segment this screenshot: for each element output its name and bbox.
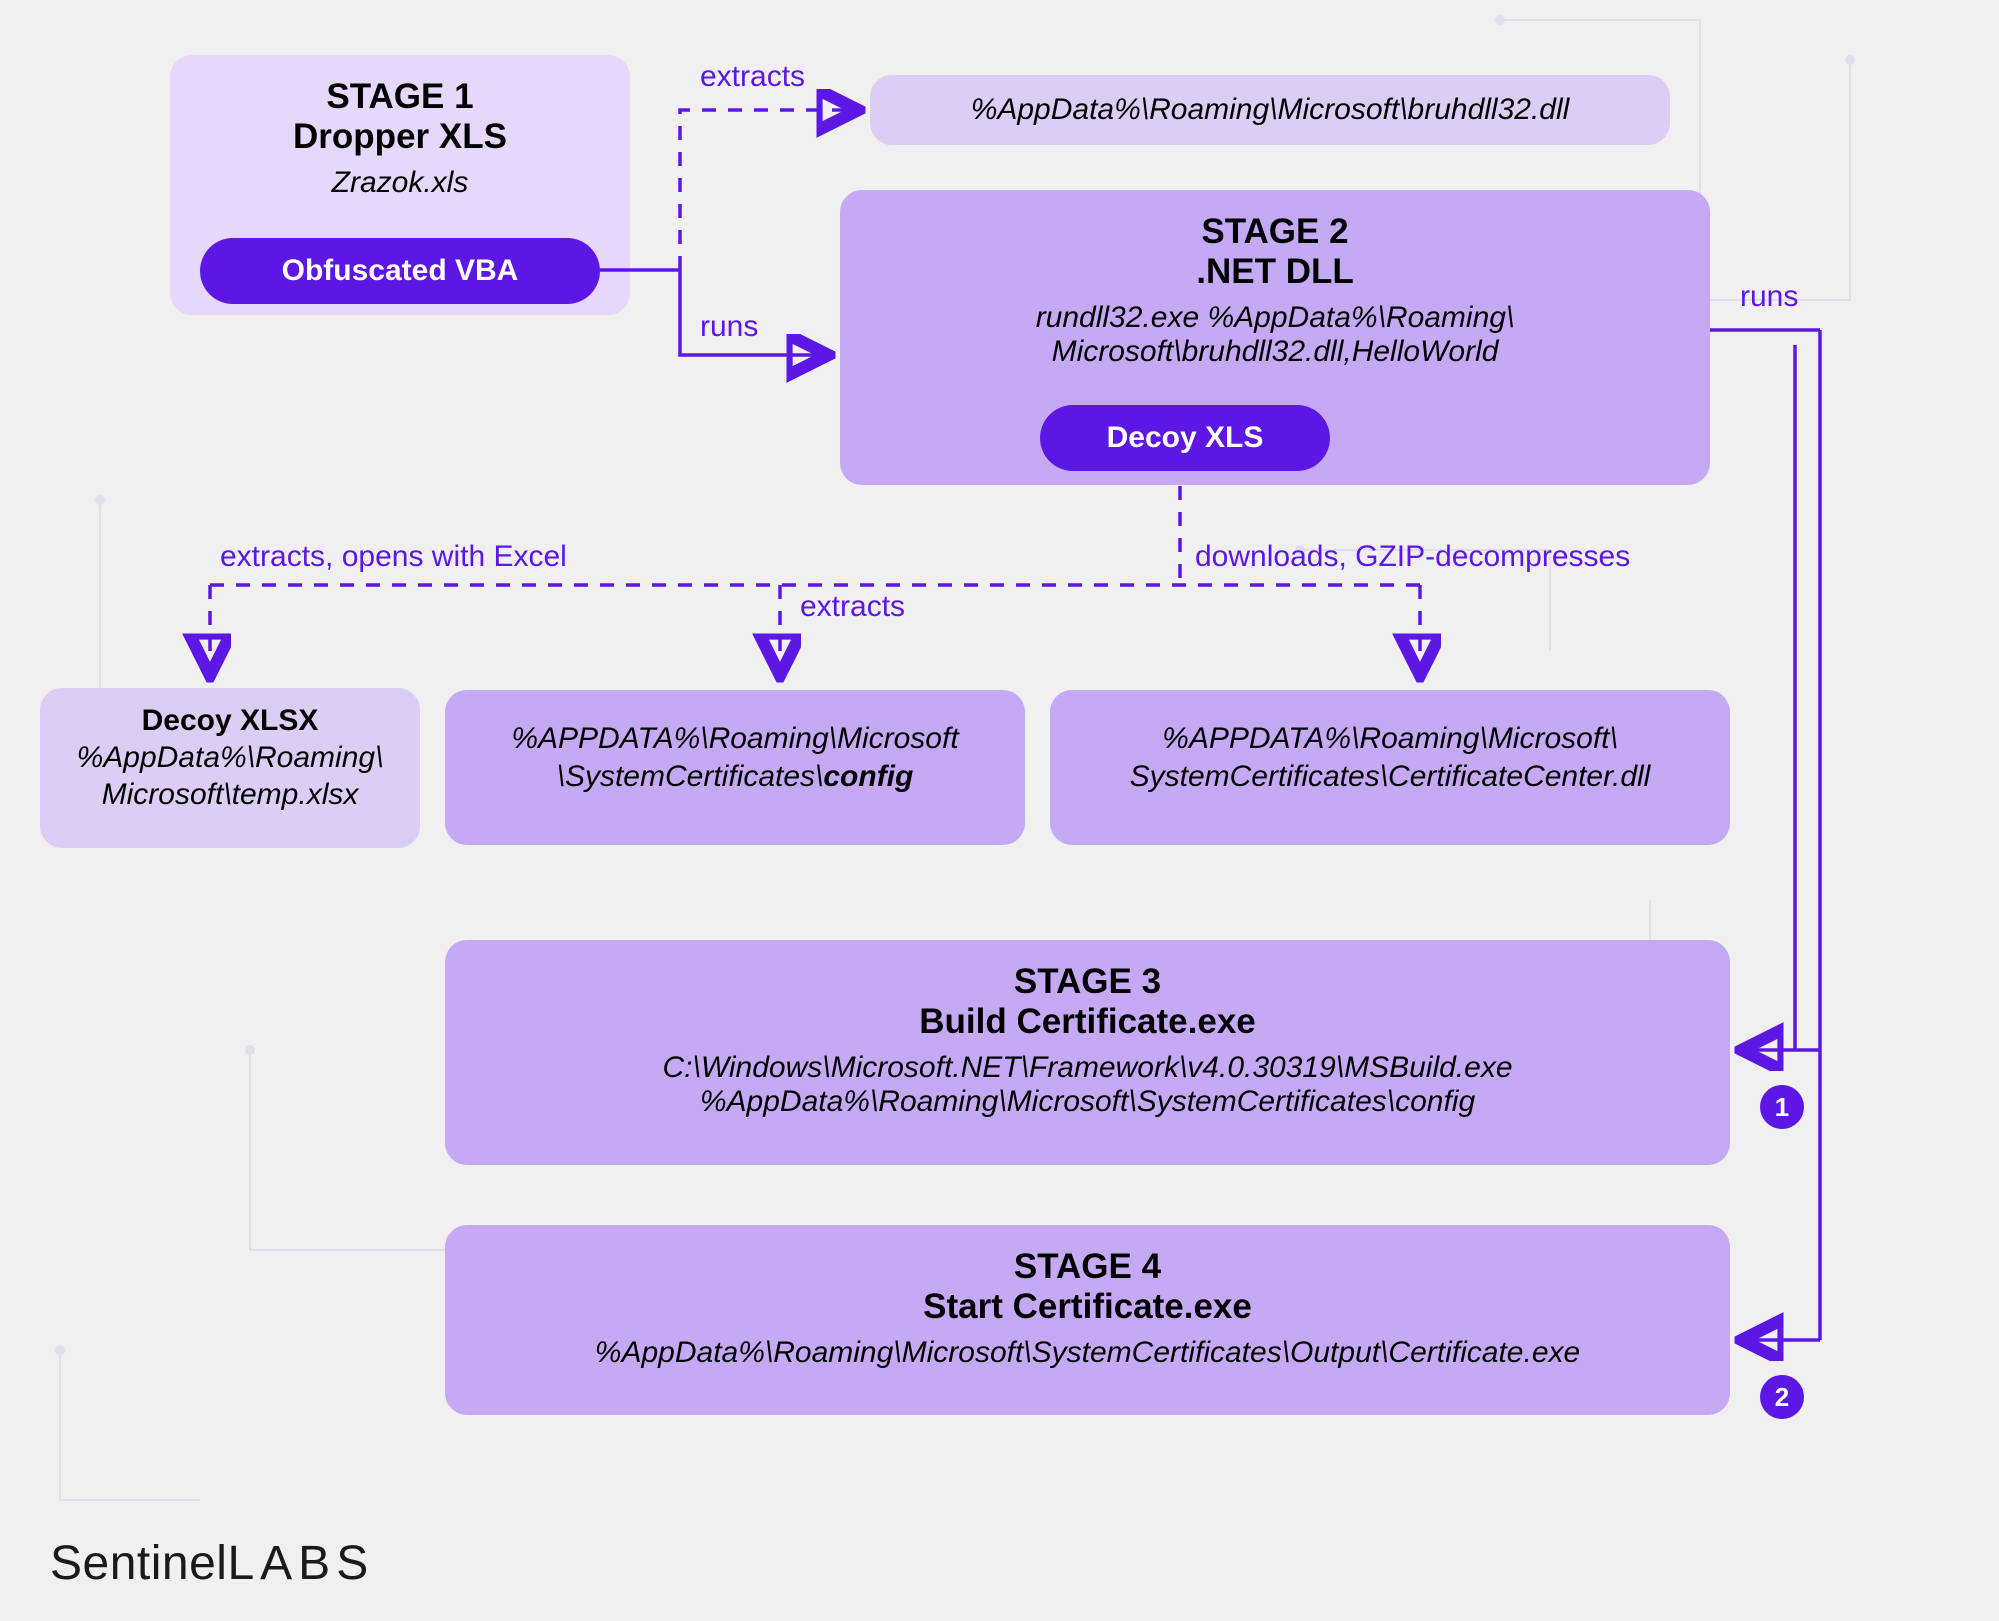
config-box: %APPDATA%\Roaming\Microsoft \SystemCerti…	[445, 690, 1025, 845]
edge-extracts-opens-label: extracts, opens with Excel	[220, 540, 567, 574]
obfuscated-vba-pill: Obfuscated VBA	[200, 238, 600, 304]
stage3-title-l2: Build Certificate.exe	[471, 1002, 1704, 1042]
stage4-title-l1: STAGE 4	[471, 1247, 1704, 1287]
edge-extracts-label: extracts	[700, 60, 805, 94]
config-path-l2: \SystemCertificates\config	[463, 758, 1007, 796]
sentinel-labs-logo: SentinelLABS	[50, 1536, 374, 1591]
certdll-path-l1: %APPDATA%\Roaming\Microsoft\	[1068, 720, 1712, 758]
badge-1: 1	[1760, 1085, 1804, 1129]
decoy-xlsx-path-l1: %AppData%\Roaming\	[54, 739, 406, 777]
stage3-box: STAGE 3 Build Certificate.exe C:\Windows…	[445, 940, 1730, 1165]
stage1-title-l1: STAGE 1	[196, 77, 604, 117]
stage1-sub: Zrazok.xls	[196, 166, 604, 200]
decoy-xlsx-path-l2: Microsoft\temp.xlsx	[54, 776, 406, 814]
stage3-path-l2: %AppData%\Roaming\Microsoft\SystemCertif…	[471, 1085, 1704, 1119]
edge-runs-right-label: runs	[1740, 280, 1798, 314]
edge-runs-label: runs	[700, 310, 758, 344]
config-path-l2-bold: config	[823, 760, 913, 793]
stage4-path: %AppData%\Roaming\Microsoft\SystemCertif…	[471, 1336, 1704, 1370]
badge-2: 2	[1760, 1375, 1804, 1419]
stage4-box: STAGE 4 Start Certificate.exe %AppData%\…	[445, 1225, 1730, 1415]
logo-thin: Sentinel	[50, 1537, 227, 1590]
stage2-sub-l1: rundll32.exe %AppData%\Roaming\	[866, 301, 1684, 335]
certdll-path-l2: SystemCertificates\CertificateCenter.dll	[1068, 758, 1712, 796]
stage2-sub-l2: Microsoft\bruhdll32.dll,HelloWorld	[866, 335, 1684, 369]
edge-extracts2-label: extracts	[800, 590, 905, 624]
stage3-title-l1: STAGE 3	[471, 962, 1704, 1002]
certdll-box: %APPDATA%\Roaming\Microsoft\ SystemCerti…	[1050, 690, 1730, 845]
bruhdll-path: %AppData%\Roaming\Microsoft\bruhdll32.dl…	[892, 91, 1648, 129]
config-path-l2-pre: \SystemCertificates\	[557, 760, 824, 793]
diagram-canvas: STAGE 1 Dropper XLS Zrazok.xls Obfuscate…	[0, 0, 1999, 1621]
decoy-xlsx-box: Decoy XLSX %AppData%\Roaming\ Microsoft\…	[40, 688, 420, 848]
stage4-title-l2: Start Certificate.exe	[471, 1287, 1704, 1327]
stage1-title-l2: Dropper XLS	[196, 117, 604, 157]
stage3-path-l1: C:\Windows\Microsoft.NET\Framework\v4.0.…	[471, 1051, 1704, 1085]
bruhdll-path-box: %AppData%\Roaming\Microsoft\bruhdll32.dl…	[870, 75, 1670, 145]
config-path-l1: %APPDATA%\Roaming\Microsoft	[463, 720, 1007, 758]
logo-bold: LABS	[227, 1537, 374, 1590]
edge-downloads-label: downloads, GZIP-decompresses	[1195, 540, 1630, 574]
stage2-title-l2: .NET DLL	[866, 252, 1684, 292]
stage2-title-l1: STAGE 2	[866, 212, 1684, 252]
decoy-xlsx-title: Decoy XLSX	[54, 704, 406, 739]
decoy-xls-pill: Decoy XLS	[1040, 405, 1330, 471]
